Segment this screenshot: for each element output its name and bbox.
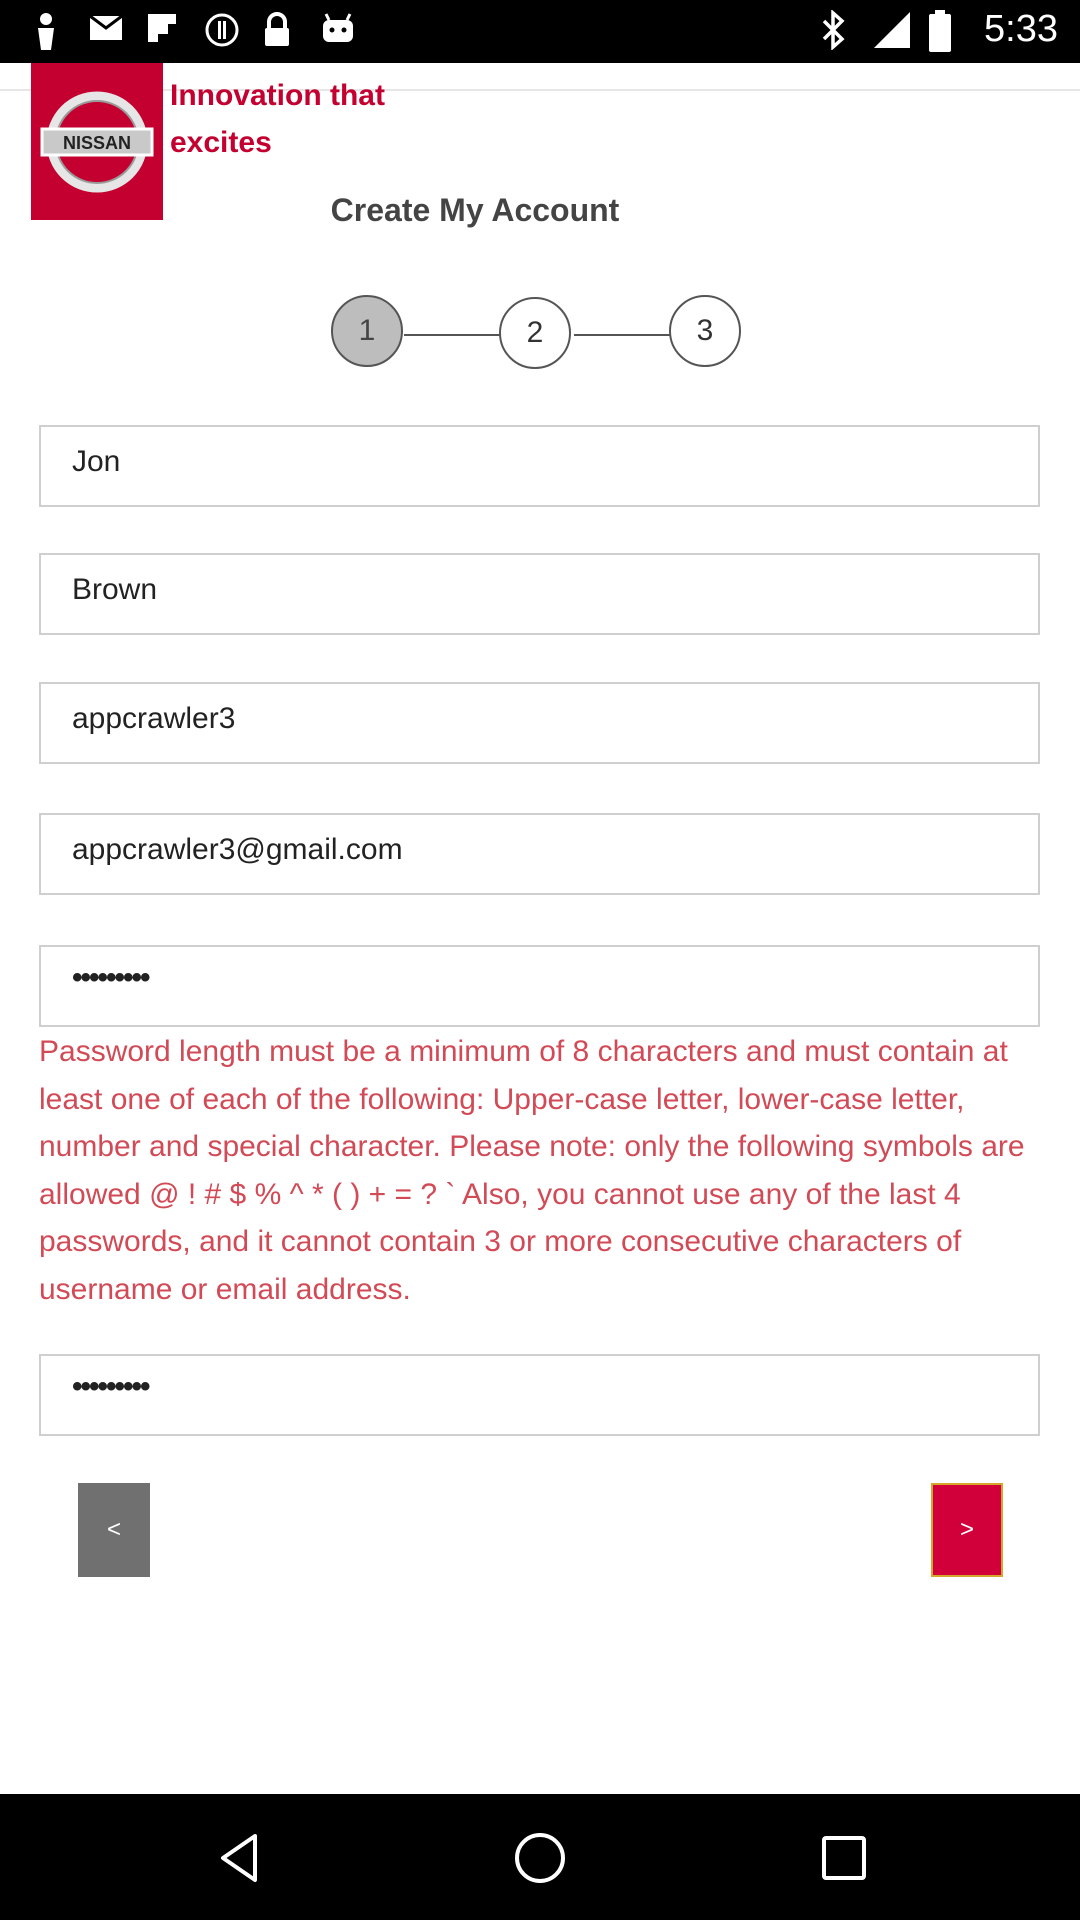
- android-icon: [320, 12, 353, 48]
- notification-icons: [30, 12, 353, 50]
- flipboard-icon: [146, 12, 178, 48]
- home-nav-icon[interactable]: [512, 1830, 568, 1886]
- recents-nav-icon[interactable]: [816, 1830, 872, 1886]
- step-connector: [404, 334, 500, 336]
- navigation-bar: [0, 1794, 1080, 1920]
- signal-icon: [872, 10, 911, 50]
- step-connector: [574, 334, 670, 336]
- circle-icon: [204, 12, 239, 48]
- person-icon: [30, 12, 62, 50]
- first-name-value: Jon: [72, 445, 121, 478]
- password-error-message: Password length must be a minimum of 8 c…: [39, 1035, 1025, 1306]
- last-name-field[interactable]: Brown: [39, 553, 1040, 635]
- status-bar: 5:33: [0, 0, 1080, 63]
- confirm-password-field[interactable]: •••••••••: [39, 1354, 1040, 1436]
- logo-emblem-icon: NISSAN: [40, 91, 154, 192]
- back-nav-icon[interactable]: [211, 1830, 267, 1886]
- first-name-field[interactable]: Jon: [39, 425, 1040, 507]
- username-field[interactable]: appcrawler3: [39, 682, 1040, 764]
- status-time: 5:33: [984, 8, 1058, 50]
- email-field[interactable]: appcrawler3@gmail.com: [39, 813, 1040, 895]
- confirm-password-value: •••••••••: [72, 1370, 151, 1403]
- step-1: 1: [331, 295, 403, 367]
- step-2: 2: [499, 297, 571, 369]
- step-3: 3: [669, 295, 741, 367]
- password-value: •••••••••: [72, 961, 151, 994]
- next-button[interactable]: >: [931, 1483, 1003, 1577]
- last-name-value: Brown: [72, 573, 158, 606]
- lock-icon: [262, 12, 294, 48]
- tagline: Innovation that excites: [170, 79, 385, 159]
- logo-text: NISSAN: [63, 133, 131, 153]
- email-value: appcrawler3@gmail.com: [72, 833, 403, 866]
- mail-icon: [88, 12, 123, 48]
- back-button[interactable]: <: [78, 1483, 150, 1577]
- bluetooth-icon: [816, 8, 850, 51]
- username-value: appcrawler3: [72, 702, 236, 735]
- password-field[interactable]: •••••••••: [39, 945, 1040, 1027]
- battery-icon: [928, 9, 962, 52]
- page-title: Create My Account: [330, 192, 620, 228]
